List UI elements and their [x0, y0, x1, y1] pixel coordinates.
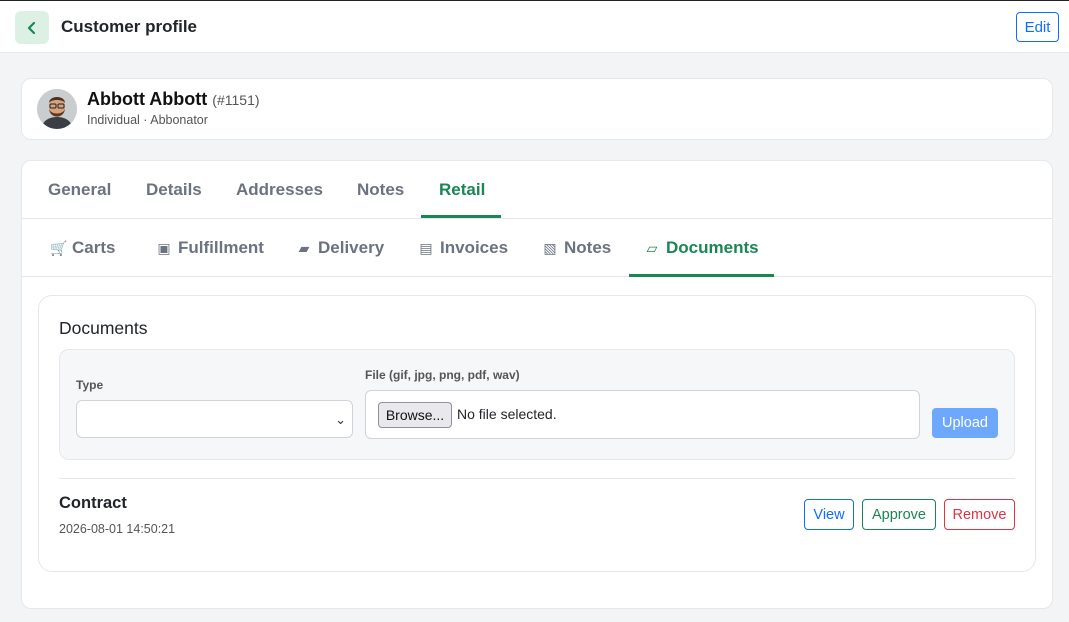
upload-panel: Type ⌄ File (gif, jpg, png, pdf, wav) Br… [59, 349, 1015, 460]
avatar [37, 89, 77, 129]
active-subtab-indicator [629, 274, 774, 277]
view-button[interactable]: View [804, 499, 854, 530]
subtab-documents[interactable]: ▱ Documents [644, 238, 759, 258]
file-status: No file selected. [457, 406, 557, 422]
subtab-invoices[interactable]: ▤ Invoices [418, 238, 508, 258]
browse-button[interactable]: Browse... [378, 402, 452, 428]
type-select[interactable]: ⌄ [76, 400, 353, 438]
file-input[interactable]: Browse... No file selected. [365, 390, 920, 439]
notes-icon: ▧ [543, 239, 557, 256]
retail-sub-tabs: 🛒 Carts ▣ Fulfillment ▰ Delivery ▤ Invoi… [22, 219, 1052, 277]
chevron-down-icon: ⌄ [335, 412, 346, 427]
main-card: General Details Addresses Notes Retail 🛒… [21, 160, 1053, 609]
tab-general[interactable]: General [48, 180, 111, 200]
subtab-notes[interactable]: ▧ Notes [542, 238, 611, 258]
chevron-left-icon [27, 21, 36, 34]
document-date: 2026-08-01 14:50:21 [59, 522, 176, 536]
page-title: Customer profile [61, 17, 198, 36]
fulfillment-icon: ▣ [157, 239, 171, 256]
profile-card: Abbott Abbott (#1151) Individual · Abbon… [21, 78, 1053, 140]
top-bar: Customer profile Edit [0, 1, 1069, 53]
subtab-label: Carts [72, 238, 116, 257]
cart-icon: 🛒 [50, 239, 68, 256]
customer-subtitle: Individual · Abbonator [87, 113, 208, 127]
tab-addresses[interactable]: Addresses [236, 180, 323, 200]
document-name: Contract [59, 494, 127, 512]
documents-heading: Documents [59, 318, 148, 338]
approve-button[interactable]: Approve [862, 499, 936, 530]
subtab-label: Invoices [440, 238, 509, 257]
delivery-icon: ▰ [298, 239, 310, 256]
tab-details[interactable]: Details [146, 180, 202, 200]
documents-icon: ▱ [646, 239, 658, 256]
divider [59, 478, 1015, 479]
type-label: Type [76, 378, 104, 392]
subtab-fulfillment[interactable]: ▣ Fulfillment [156, 238, 264, 258]
subtab-label: Notes [564, 238, 612, 257]
subtab-carts[interactable]: 🛒 Carts [50, 238, 115, 258]
main-tabs: General Details Addresses Notes Retail [22, 161, 1052, 219]
tab-notes[interactable]: Notes [357, 180, 404, 200]
back-button[interactable] [15, 11, 49, 44]
subtab-label: Delivery [318, 238, 385, 257]
subtab-label: Fulfillment [178, 238, 264, 257]
file-label: File (gif, jpg, png, pdf, wav) [365, 368, 520, 382]
subtab-label: Documents [666, 238, 759, 257]
documents-card: Documents Type ⌄ File (gif, jpg, png, pd… [38, 295, 1036, 572]
customer-name: Abbott Abbott (#1151) [87, 89, 260, 110]
customer-name-text: Abbott Abbott [87, 89, 208, 109]
customer-id: (#1151) [212, 92, 260, 108]
active-tab-indicator [421, 215, 501, 218]
tab-retail[interactable]: Retail [439, 180, 485, 200]
remove-button[interactable]: Remove [944, 499, 1015, 530]
subtab-delivery[interactable]: ▰ Delivery [296, 238, 385, 258]
upload-button[interactable]: Upload [932, 408, 998, 438]
invoices-icon: ▤ [419, 239, 433, 256]
edit-button[interactable]: Edit [1016, 12, 1059, 42]
